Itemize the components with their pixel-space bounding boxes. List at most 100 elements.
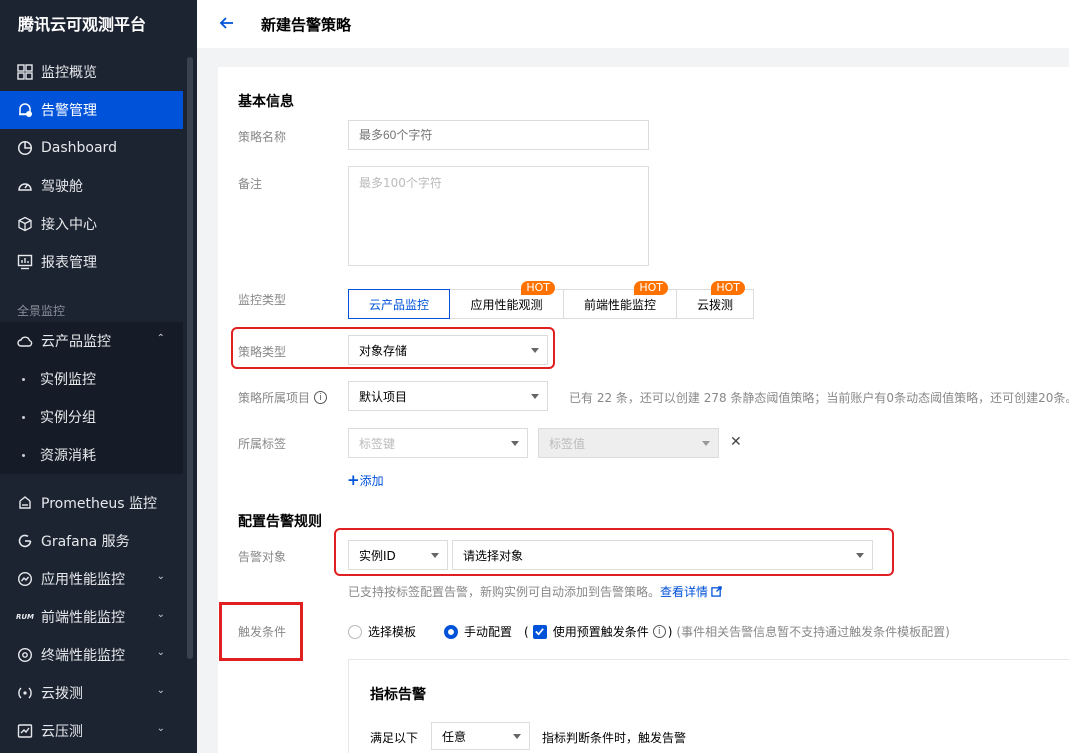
cube-icon (17, 216, 33, 232)
sidebar-item-access[interactable]: 接入中心 (0, 205, 183, 243)
sidebar-item-label: 云拨测 (41, 686, 83, 702)
sidebar-item-label: 告警管理 (41, 103, 97, 119)
sidebar-item-grafana[interactable]: Grafana 服务 (0, 522, 183, 560)
chevron-down-icon: ⌄ (156, 647, 165, 658)
view-details-link[interactable]: 查看详情 (660, 583, 708, 600)
add-tag-button[interactable]: +添加 (347, 471, 384, 489)
sidebar-item-apm[interactable]: 应用性能监控 ⌄ (0, 560, 183, 598)
monitor-type-label-text: 前端性能监控 (583, 297, 656, 312)
page-title: 新建告警策略 (261, 16, 352, 34)
chevron-down-icon: ⌄ (156, 723, 165, 734)
caret-down-icon (531, 394, 539, 399)
monitor-type-label-text: 应用性能观测 (470, 297, 543, 312)
sidebar-sub-item[interactable]: 实例分组 (0, 398, 183, 436)
cloud-icon (17, 333, 33, 349)
sidebar-item-label: 报表管理 (41, 255, 97, 271)
highlight-box (334, 528, 894, 576)
sidebar-item-probe[interactable]: 云拨测 ⌄ (0, 674, 183, 712)
sidebar-sub-item[interactable]: 实例监控 (0, 360, 183, 398)
sidebar-sub-item[interactable]: 资源消耗 (0, 436, 183, 474)
preset-checkbox-label: 使用预置触发条件 (552, 625, 649, 639)
sidebar-sub-label: 实例分组 (40, 410, 96, 426)
sidebar-sub-label: 实例监控 (40, 372, 96, 388)
highlight-box (219, 602, 303, 661)
close-icon[interactable]: ✕ (730, 434, 742, 450)
caret-down-icon (511, 441, 519, 446)
sidebar-scrollbar[interactable] (187, 57, 193, 659)
template-radio[interactable] (348, 624, 362, 639)
bullet-icon (22, 453, 25, 457)
tag-key-placeholder: 标签键 (359, 436, 396, 451)
terminal-icon (17, 647, 33, 663)
monitor-type-rum[interactable]: 前端性能监控 HOT (563, 281, 677, 319)
paren-open: ( (524, 624, 529, 639)
caret-down-icon (513, 734, 521, 739)
sidebar-item-stress[interactable]: 云压测 ⌄ (0, 712, 183, 750)
sidebar-item-overview[interactable]: 监控概览 (0, 53, 183, 91)
chevron-down-icon: ⌄ (156, 685, 165, 696)
info-icon[interactable]: i (652, 625, 666, 638)
tag-key-select[interactable]: 标签键 (348, 428, 528, 458)
plus-icon: + (347, 471, 360, 489)
sidebar-item-label: Prometheus 监控 (41, 496, 158, 512)
info-icon[interactable]: i (314, 391, 328, 404)
grafana-icon (17, 533, 33, 549)
sidebar-item-label: Grafana 服务 (41, 534, 130, 550)
monitor-type-cloud-product[interactable]: 云产品监控 (348, 289, 450, 319)
sidebar-item-cloud-product[interactable]: 云产品监控 ⌃ (0, 322, 183, 360)
tag-label: 所属标签 (238, 437, 287, 451)
policy-name-label: 策略名称 (238, 130, 287, 144)
chevron-down-icon: ⌄ (156, 571, 165, 582)
sidebar-item-label: 驾驶舱 (41, 179, 83, 195)
report-icon (17, 254, 33, 270)
remark-label: 备注 (238, 177, 263, 191)
project-value: 默认项目 (359, 389, 408, 404)
rum-icon: RUM (15, 609, 35, 625)
project-label-text: 策略所属项目 (238, 391, 311, 405)
sidebar-item-label: 应用性能监控 (41, 572, 125, 588)
gauge-icon (17, 178, 33, 194)
monitor-type-label-text: 云拨测 (696, 297, 733, 312)
project-select[interactable]: 默认项目 (348, 381, 548, 411)
sidebar-item-prometheus[interactable]: Prometheus 监控 (0, 484, 183, 522)
project-quota-hint: 已有 22 条，还可以创建 278 条静态阈值策略；当前账户有0条动态阈值策略，… (569, 391, 1069, 405)
sidebar-item-label: Dashboard (41, 140, 117, 156)
monitor-type-probe[interactable]: 云拨测 HOT (676, 281, 754, 319)
external-link-icon[interactable] (711, 586, 722, 597)
remark-textarea[interactable]: 最多100个字符 (348, 166, 649, 266)
monitor-type-label: 监控类型 (238, 293, 287, 307)
page-header: 新建告警策略 (197, 0, 1069, 48)
section-title-basic: 基本信息 (238, 94, 294, 110)
object-hint-text: 已支持按标签配置告警，新购实例可自动添加到告警策略。 (348, 585, 661, 599)
hot-badge: HOT (711, 281, 745, 295)
apm-icon (17, 571, 33, 587)
add-tag-label: 添加 (359, 474, 384, 488)
rum-badge: RUM (15, 613, 35, 621)
sidebar-item-terminal[interactable]: 终端性能监控 ⌄ (0, 636, 183, 674)
sidebar-item-dashboard[interactable]: Dashboard (0, 129, 183, 167)
trigger-options: 选择模板 手动配置 ( 使用预置触发条件 i ) (事件相关告警信息暂不支持通过… (348, 623, 950, 640)
alarm-object-label: 告警对象 (238, 550, 287, 564)
sidebar-item-label: 终端性能监控 (41, 648, 125, 664)
meet-value: 任意 (442, 729, 467, 744)
meet-label: 满足以下 (370, 731, 419, 745)
meet-select[interactable]: 任意 (431, 722, 530, 750)
sidebar-item-cockpit[interactable]: 驾驶舱 (0, 167, 183, 205)
trigger-note: (事件相关告警信息暂不支持通过触发条件模板配置) (676, 625, 950, 639)
sidebar-item-alarm[interactable]: 告警管理 (0, 91, 183, 129)
sidebar-sub-label: 资源消耗 (40, 448, 96, 464)
policy-name-input[interactable] (348, 120, 649, 150)
sidebar-item-report[interactable]: 报表管理 (0, 243, 183, 281)
hot-badge: HOT (521, 281, 555, 295)
sidebar: 腾讯云可观测平台 监控概览 告警管理 Dashboard 驾驶舱 接入中心 报表… (0, 0, 197, 753)
metric-alarm-title: 指标告警 (370, 687, 426, 703)
monitor-type-apm[interactable]: 应用性能观测 HOT (449, 281, 564, 319)
back-arrow-icon[interactable] (217, 13, 237, 33)
probe-icon (17, 685, 33, 701)
preset-checkbox[interactable] (532, 624, 547, 639)
sidebar-item-label: 云压测 (41, 724, 83, 740)
sidebar-item-rum[interactable]: RUM 前端性能监控 ⌄ (0, 598, 183, 636)
manual-radio[interactable] (444, 624, 459, 639)
object-hint: 已支持按标签配置告警，新购实例可自动添加到告警策略。 查看详情 (348, 583, 722, 600)
tag-value-select[interactable]: 标签值 (538, 428, 719, 458)
